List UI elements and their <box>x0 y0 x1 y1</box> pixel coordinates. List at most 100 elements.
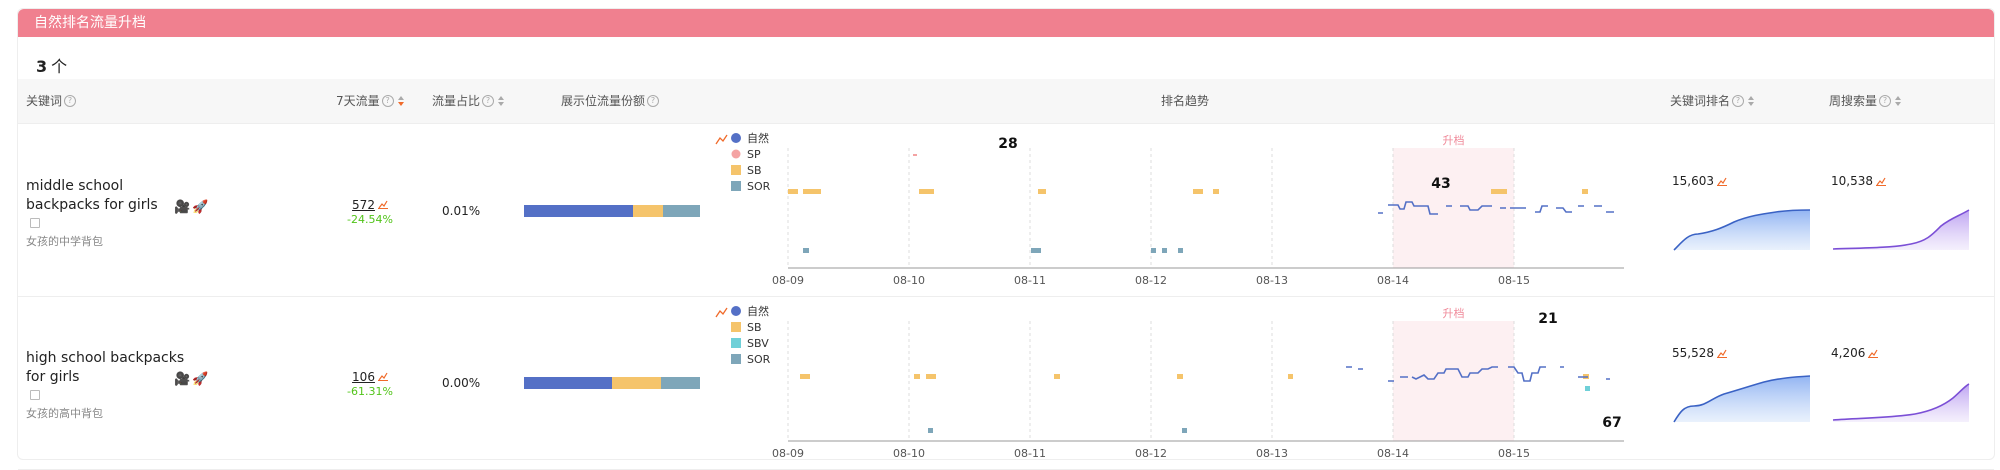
legend-marker <box>731 181 741 191</box>
date-tick: 08-14 <box>1377 447 1409 457</box>
sb-segment <box>612 377 662 389</box>
date-tick: 08-10 <box>893 447 925 457</box>
kw-rank-cell: 55,528 <box>1672 346 1727 360</box>
copy-icon[interactable] <box>30 218 40 228</box>
table-row: high school backpacks for girls 女孩的高中背包 … <box>18 297 1994 470</box>
sp-marker <box>913 154 917 156</box>
help-icon[interactable]: ? <box>381 94 394 107</box>
trend-icon[interactable] <box>1876 177 1886 186</box>
table-row: middle school backpacks for girls 女孩的中学背… <box>18 124 1994 297</box>
sor-marker <box>1151 248 1156 253</box>
rank-trend-chart: 升档 08-09 08-10 08-11 08-12 08-13 08-14 08-15 自然 S… <box>715 131 1624 284</box>
date-tick: 08-12 <box>1135 447 1167 457</box>
col-kw-rank[interactable]: 关键词排名? <box>1670 79 1755 123</box>
date-tick: 08-14 <box>1377 274 1409 284</box>
trend-icon[interactable] <box>377 372 388 381</box>
sort-icon[interactable] <box>498 95 505 106</box>
legend-marker <box>731 133 741 143</box>
sb-marker <box>1054 374 1060 379</box>
help-icon[interactable]: ? <box>1879 94 1892 107</box>
trend-icon[interactable] <box>1868 349 1879 358</box>
placement-share-bar <box>524 205 700 217</box>
rank-trend-chart: 升档 08-09 08-10 08-11 08-12 08-13 08-14 08-15 自然 S… <box>715 304 1624 457</box>
legend-marker <box>731 354 741 364</box>
legend-label: SBV <box>747 337 769 350</box>
sor-segment <box>663 205 700 217</box>
placement-share-bar <box>524 377 700 389</box>
legend-label: SB <box>747 321 762 334</box>
help-icon[interactable]: ? <box>647 94 660 107</box>
rank-annotation: 67 <box>1602 415 1621 431</box>
copy-icon[interactable] <box>30 390 40 400</box>
natural-segment <box>524 377 612 389</box>
rank-annotation: 28 <box>998 136 1017 152</box>
legend-marker <box>731 322 741 332</box>
sb-marker <box>926 374 936 379</box>
sb-marker <box>914 374 920 379</box>
traffic-value[interactable]: 106 <box>352 370 375 384</box>
legend-label: SOR <box>747 180 771 193</box>
legend-label: 自然 <box>747 304 769 318</box>
trend-icon[interactable] <box>1717 177 1727 186</box>
upgrade-band <box>1393 148 1514 268</box>
date-tick: 08-15 <box>1498 274 1530 284</box>
sb-marker <box>1038 189 1046 194</box>
badge-icons: 🎥🚀 <box>174 372 211 387</box>
sort-icon[interactable] <box>1748 95 1755 106</box>
keyword-text[interactable]: middle school backpacks for girls <box>26 177 186 215</box>
badge-icons: 🎥🚀 <box>174 200 211 215</box>
col-share[interactable]: 流量占比? <box>432 79 505 123</box>
weekly-search-sparkline <box>1832 383 1970 422</box>
sb-marker <box>1177 374 1183 379</box>
sb-marker <box>1213 189 1219 194</box>
sort-icon[interactable] <box>1895 95 1902 106</box>
sbv-marker <box>1585 386 1590 391</box>
sb-marker <box>803 189 821 194</box>
rank-annotation: 43 <box>1431 176 1450 192</box>
help-icon[interactable]: ? <box>482 94 495 107</box>
traffic-change: -61.31% <box>347 385 393 398</box>
legend-label: SP <box>747 148 761 161</box>
legend-trend-icon <box>715 307 728 318</box>
natural-segment <box>524 205 634 217</box>
keyword-text[interactable]: high school backpacks for girls <box>26 349 186 387</box>
trend-icon[interactable] <box>1717 349 1727 358</box>
date-tick: 08-09 <box>772 274 804 284</box>
keyword-translation: 女孩的中学背包 <box>26 235 103 248</box>
weekly-search-value: 4,206 <box>1831 346 1866 360</box>
sor-marker <box>1031 248 1041 253</box>
date-tick: 08-15 <box>1498 447 1530 457</box>
rank-annotation: 21 <box>1538 311 1557 327</box>
sor-marker <box>1178 248 1183 253</box>
col-weekly-search[interactable]: 周搜索量? <box>1829 79 1902 123</box>
legend-marker <box>731 338 741 348</box>
traffic-cell: 106 -61.31% <box>330 366 410 398</box>
sb-segment <box>633 205 664 217</box>
trend-icon[interactable] <box>377 200 388 209</box>
kw-rank-cell: 15,603 <box>1672 174 1727 188</box>
sb-marker <box>1193 189 1203 194</box>
legend-marker <box>731 149 741 159</box>
legend-trend-icon <box>715 134 728 145</box>
share-value: 0.01% <box>442 204 481 218</box>
sb-marker <box>919 189 934 194</box>
sb-marker <box>1582 189 1588 194</box>
keyword-translation: 女孩的高中背包 <box>26 407 103 420</box>
col-placement: 展示位流量份额? <box>561 79 660 123</box>
upgrade-band <box>1393 321 1514 441</box>
col-traffic7d[interactable]: 7天流量? <box>336 79 405 123</box>
weekly-search-value: 10,538 <box>1831 174 1873 188</box>
sort-icon[interactable] <box>397 95 405 106</box>
sb-marker <box>800 374 810 379</box>
kw-rank-sparkline <box>1673 375 1811 423</box>
sor-marker <box>803 248 809 253</box>
legend-label: 自然 <box>747 131 769 145</box>
traffic-value[interactable]: 572 <box>352 198 375 212</box>
legend-label: SB <box>747 164 762 177</box>
col-keyword[interactable]: 关键词? <box>26 79 77 123</box>
legend-label: SOR <box>747 353 771 366</box>
upgrade-label: 升档 <box>1443 133 1465 147</box>
legend-marker <box>731 165 741 175</box>
help-icon[interactable]: ? <box>1732 94 1745 107</box>
help-icon[interactable]: ? <box>64 94 77 107</box>
